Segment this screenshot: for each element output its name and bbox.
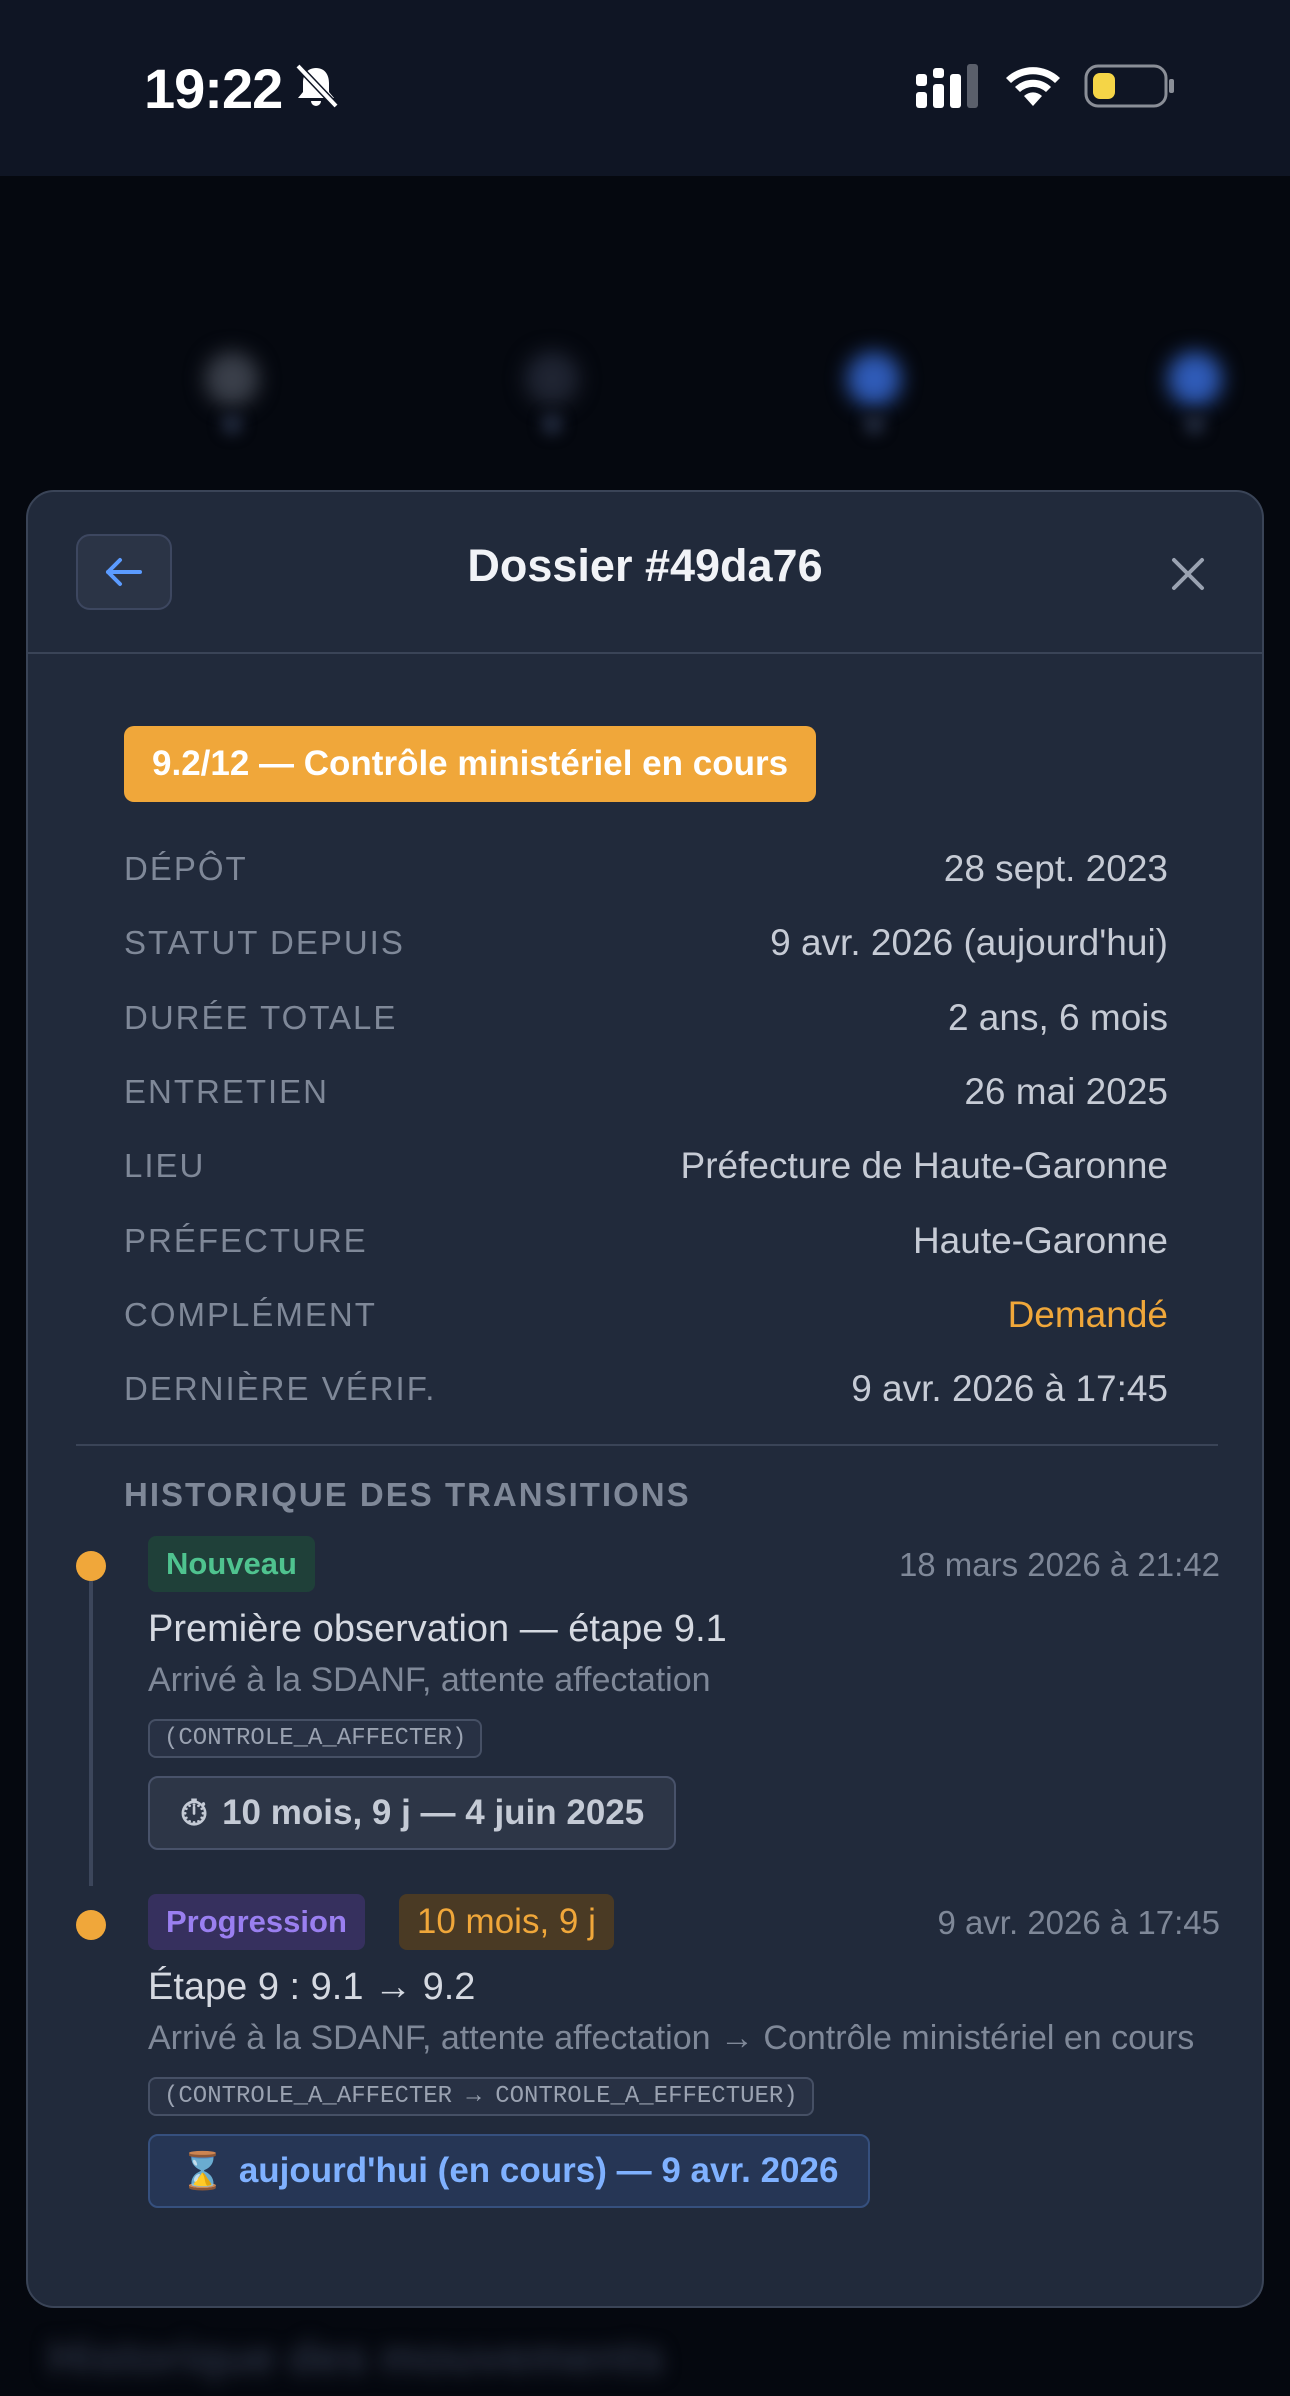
status-code: (CONTROLE_A_AFFECTER → CONTROLE_A_EFFECT… [148, 2077, 814, 2116]
detail-value: Préfecture de Haute-Garonne [680, 1145, 1168, 1187]
detail-value: Demandé [1007, 1293, 1168, 1335]
background-dot [540, 412, 564, 436]
cellular-signal-icon [916, 64, 978, 108]
status-code: (CONTROLE_A_AFFECTER) [148, 1719, 483, 1758]
duration-box: ⏱ 10 mois, 9 j — 4 juin 2025 [148, 1776, 677, 1850]
detail-label: DURÉE TOTALE [124, 998, 398, 1036]
duration-text: 10 mois, 9 j — 4 juin 2025 [222, 1793, 645, 1832]
detail-row-derniere-verif: DERNIÈRE VÉRIF. 9 avr. 2026 à 17:45 [124, 1352, 1168, 1426]
detail-label: DERNIÈRE VÉRIF. [124, 1370, 437, 1408]
history-section-title: HISTORIQUE DES TRANSITIONS [124, 1476, 691, 1513]
status-badge-progress: Progression [148, 1894, 365, 1950]
background-step [847, 352, 901, 406]
bell-off-icon [295, 63, 339, 109]
detail-label: COMPLÉMENT [124, 1295, 377, 1333]
section-divider [76, 1444, 1218, 1446]
entry-description: Arrivé à la SDANF, attente affectation →… [148, 2019, 1195, 2057]
detail-row-depot: DÉPÔT 28 sept. 2023 [124, 832, 1168, 906]
detail-row-prefecture: PRÉFECTURE Haute-Garonne [124, 1203, 1168, 1277]
detail-row-entretien: ENTRETIEN 26 mai 2025 [124, 1055, 1168, 1129]
status-badge: 9.2/12 — Contrôle ministériel en cours [124, 726, 817, 802]
detail-row-statut-depuis: STATUT DEPUIS 9 avr. 2026 (aujourd'hui) [124, 906, 1168, 980]
detail-row-lieu: LIEU Préfecture de Haute-Garonne [124, 1129, 1168, 1203]
entry-description: Arrivé à la SDANF, attente affectation [148, 1661, 711, 1699]
duration-text: aujourd'hui (en cours) — 9 avr. 2026 [238, 2151, 839, 2190]
status-badge-new: Nouveau [148, 1536, 315, 1592]
stopwatch-icon: ⏱ [180, 1791, 209, 1833]
history-entry: Nouveau 18 mars 2026 à 21:42 Première ob… [148, 1536, 1220, 1850]
background-step [1168, 352, 1222, 406]
timeline-dot [76, 1551, 106, 1581]
battery-icon [1084, 64, 1174, 108]
elapsed-badge: 10 mois, 9 j [398, 1894, 614, 1950]
hourglass-icon: ⌛ [180, 2150, 225, 2191]
detail-label: STATUT DEPUIS [124, 924, 405, 962]
detail-value: Haute-Garonne [912, 1219, 1168, 1261]
timeline-dot [76, 1910, 106, 1940]
current-duration-box: ⌛ aujourd'hui (en cours) — 9 avr. 2026 [148, 2134, 871, 2208]
details-list: DÉPÔT 28 sept. 2023 STATUT DEPUIS 9 avr.… [124, 832, 1168, 1426]
background-step [525, 352, 579, 406]
background-dot [1183, 412, 1207, 436]
dossier-modal: Dossier #49da76 9.2/12 — Contrôle minist… [26, 490, 1264, 2308]
detail-value: 26 mai 2025 [964, 1071, 1168, 1113]
background-dot [862, 412, 886, 436]
background-section-title: Historique des mouvements [48, 2331, 665, 2383]
entry-title: Étape 9 : 9.1 → 9.2 [148, 1966, 476, 2008]
detail-row-duree-totale: DURÉE TOTALE 2 ans, 6 mois [124, 981, 1168, 1055]
background-step [205, 352, 259, 406]
modal-title: Dossier #49da76 [467, 540, 823, 591]
detail-value: 28 sept. 2023 [943, 848, 1168, 890]
entry-timestamp: 18 mars 2026 à 21:42 [898, 1546, 1220, 1583]
detail-value: 2 ans, 6 mois [947, 996, 1168, 1038]
detail-row-complement: COMPLÉMENT Demandé [124, 1278, 1168, 1352]
timeline-line [89, 1566, 93, 1886]
detail-value: 9 avr. 2026 à 17:45 [851, 1368, 1168, 1410]
detail-label: LIEU [124, 1147, 206, 1185]
close-icon[interactable] [1168, 554, 1208, 594]
detail-label: ENTRETIEN [124, 1073, 330, 1111]
status-time: 19:22 [144, 57, 283, 120]
detail-label: DÉPÔT [124, 850, 248, 888]
page: Historique des mouvements 19:22 Dossier … [0, 0, 1290, 2396]
entry-timestamp: 9 avr. 2026 à 17:45 [937, 1904, 1220, 1941]
wifi-icon [1006, 67, 1060, 106]
detail-value: 9 avr. 2026 (aujourd'hui) [770, 922, 1168, 964]
detail-label: PRÉFECTURE [124, 1221, 368, 1259]
status-bar: 19:22 [0, 0, 1290, 176]
background-dot [220, 412, 244, 436]
history-entry: Progression 10 mois, 9 j 9 avr. 2026 à 1… [148, 1894, 1220, 2208]
entry-title: Première observation — étape 9.1 [148, 1608, 727, 1650]
modal-header: Dossier #49da76 [28, 492, 1262, 654]
